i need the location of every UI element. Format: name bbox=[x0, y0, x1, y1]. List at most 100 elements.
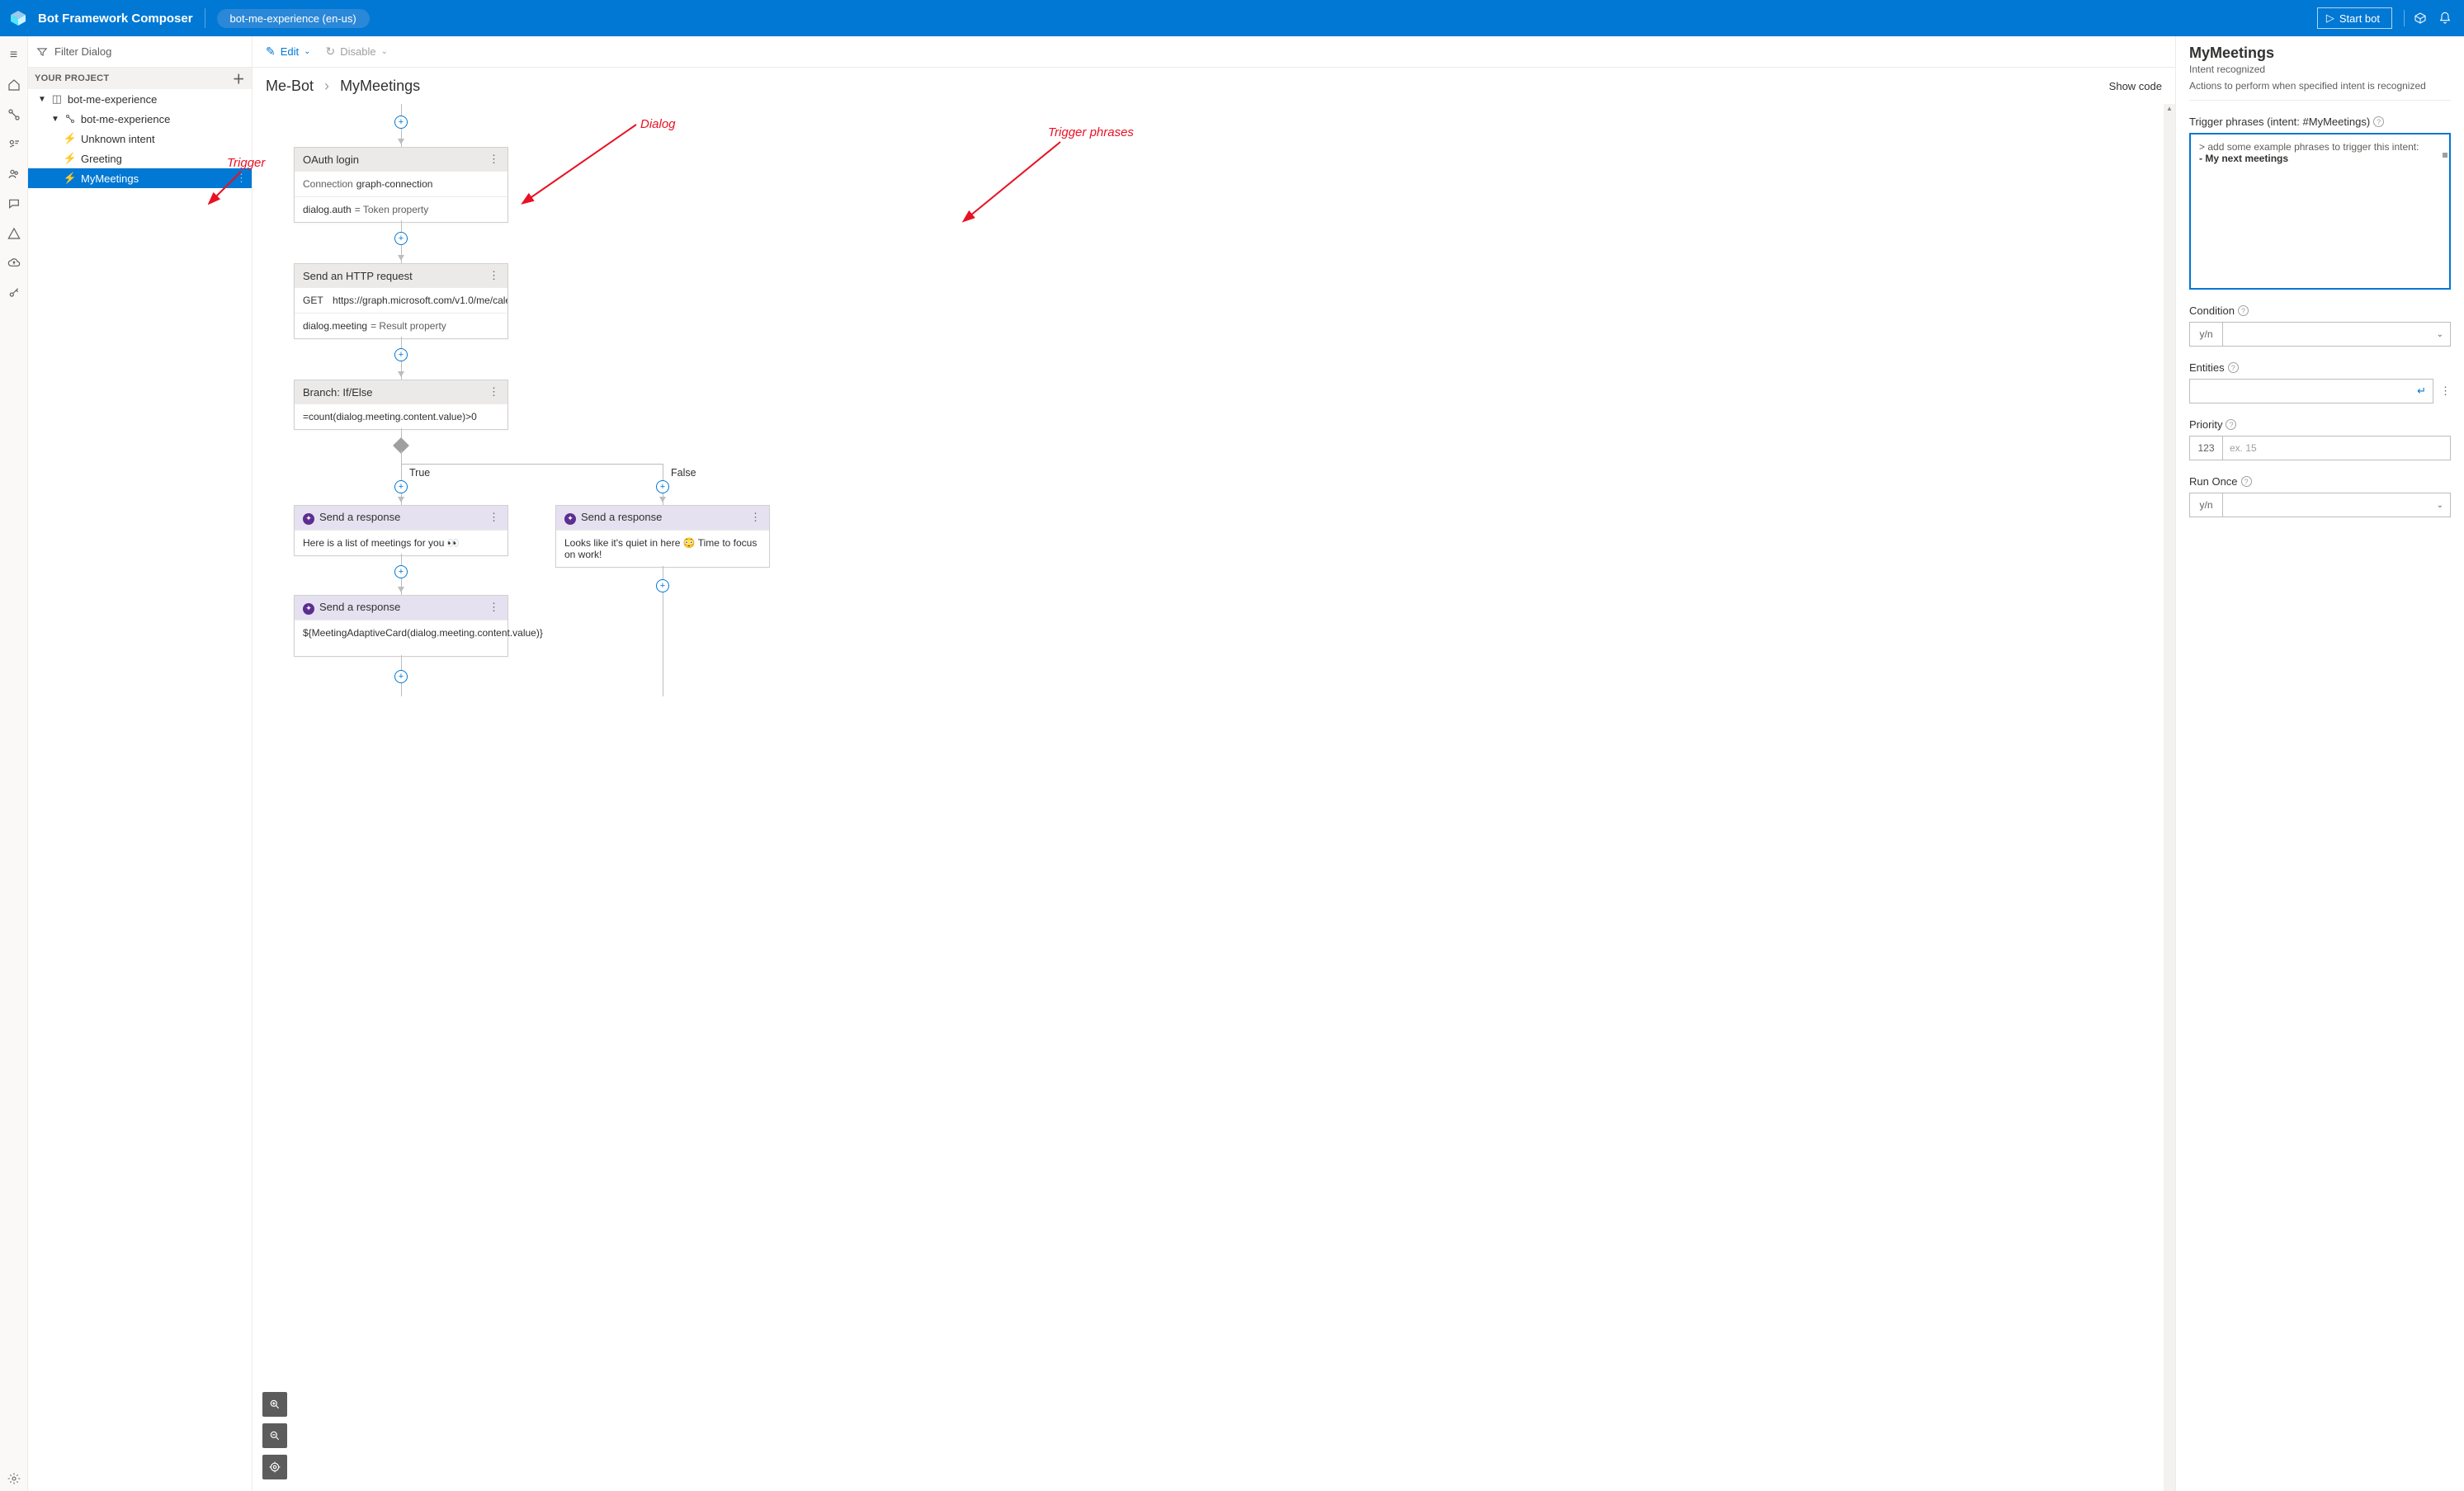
caret-down-icon: ▼ bbox=[51, 115, 59, 124]
enter-icon: ↵ bbox=[2417, 385, 2426, 398]
condition-input[interactable]: ⌄ bbox=[2222, 322, 2451, 347]
home-icon[interactable] bbox=[2, 73, 26, 97]
zoom-out-button[interactable] bbox=[262, 1423, 287, 1448]
canvas-toolbar: ✎ Edit ⌄ ↻ Disable ⌄ bbox=[253, 36, 2175, 68]
filter-dialog[interactable]: Filter Dialog bbox=[28, 36, 252, 68]
trigger-phrases-textarea[interactable]: > add some example phrases to trigger th… bbox=[2189, 133, 2451, 290]
flow-node-response-true[interactable]: ✦Send a response ⋮ Here is a list of mee… bbox=[294, 505, 508, 556]
filter-label: Filter Dialog bbox=[54, 45, 111, 58]
flow-node-response-false[interactable]: ✦Send a response ⋮ Looks like it's quiet… bbox=[555, 505, 770, 568]
settings-nav-icon[interactable] bbox=[2, 281, 26, 305]
add-icon[interactable]: ＋ bbox=[233, 70, 245, 87]
bell-icon[interactable] bbox=[2433, 6, 2457, 31]
field-label: Entities bbox=[2189, 361, 2225, 374]
help-icon[interactable]: ? bbox=[2226, 419, 2236, 430]
field-label: Priority bbox=[2189, 418, 2222, 431]
more-icon[interactable]: ⋮ bbox=[489, 511, 499, 524]
recenter-button[interactable] bbox=[262, 1455, 287, 1479]
package-icon[interactable] bbox=[2408, 6, 2433, 31]
flow-node-response-card[interactable]: ✦Send a response ⋮ ${MeetingAdaptiveCard… bbox=[294, 595, 508, 657]
start-bot-label: Start bot bbox=[2339, 12, 2380, 25]
more-icon[interactable]: ⋮ bbox=[489, 601, 499, 614]
entities-field: Entities ? ↵ ⋮ bbox=[2189, 361, 2451, 403]
flow-node-http[interactable]: Send an HTTP request ⋮ GET https://graph… bbox=[294, 263, 508, 339]
publish-icon[interactable] bbox=[2, 251, 26, 276]
tree-root[interactable]: ▼ ◫ bot-me-experience bbox=[28, 89, 252, 109]
add-action-button[interactable]: + bbox=[394, 565, 408, 578]
input-prefix[interactable]: y/n bbox=[2189, 493, 2222, 517]
scrollbar[interactable]: ▲ bbox=[2164, 104, 2175, 1491]
input-prefix[interactable]: y/n bbox=[2189, 322, 2222, 347]
more-icon[interactable]: ⋮ bbox=[489, 153, 499, 166]
node-body-val: graph-connection bbox=[356, 178, 433, 190]
chevron-right-icon: › bbox=[324, 78, 329, 94]
disable-button[interactable]: ↻ Disable ⌄ bbox=[326, 45, 388, 59]
arrow-icon bbox=[398, 255, 404, 261]
hamburger-icon[interactable]: ≡ bbox=[2, 43, 26, 68]
gear-icon[interactable] bbox=[2, 1466, 26, 1491]
edit-button[interactable]: ✎ Edit ⌄ bbox=[266, 45, 311, 59]
field-label: Condition bbox=[2189, 304, 2235, 317]
add-action-button[interactable]: + bbox=[394, 232, 408, 245]
add-action-button[interactable]: + bbox=[394, 348, 408, 361]
tree-dialog[interactable]: ▼ bot-me-experience bbox=[28, 109, 252, 129]
breadcrumb-item: MyMeetings bbox=[340, 78, 420, 94]
edge bbox=[401, 451, 402, 464]
node-header: ✦Send a response ⋮ bbox=[556, 506, 769, 530]
bot-responses-icon[interactable] bbox=[2, 132, 26, 157]
node-header: OAuth login ⋮ bbox=[295, 148, 507, 171]
tree-root-label: bot-me-experience bbox=[68, 93, 157, 106]
node-body: dialog.auth = Token property bbox=[295, 196, 507, 222]
canvas-inner: + OAuth login ⋮ Connection graph-connect… bbox=[253, 104, 1078, 847]
lightning-icon: ⚡ bbox=[64, 132, 76, 145]
help-icon[interactable]: ? bbox=[2228, 362, 2239, 373]
more-icon[interactable]: ⋮ bbox=[2440, 385, 2451, 398]
breadcrumb-item[interactable]: Me-Bot bbox=[266, 78, 314, 94]
project-pane: Filter Dialog YOUR PROJECT ＋ ▼ ◫ bot-me-… bbox=[28, 36, 253, 1491]
more-icon[interactable]: ⋮ bbox=[750, 511, 761, 524]
add-action-button[interactable]: + bbox=[656, 579, 669, 592]
add-action-button[interactable]: + bbox=[394, 480, 408, 493]
properties-description: Actions to perform when specified intent… bbox=[2189, 80, 2451, 101]
add-action-button[interactable]: + bbox=[656, 480, 669, 493]
priority-field: Priority ? 123 ex. 15 bbox=[2189, 418, 2451, 460]
more-icon[interactable]: ⋮ bbox=[236, 172, 247, 185]
flow-node-oauth[interactable]: OAuth login ⋮ Connection graph-connectio… bbox=[294, 147, 508, 223]
help-icon[interactable]: ? bbox=[2373, 116, 2384, 127]
priority-placeholder: ex. 15 bbox=[2230, 442, 2257, 454]
flow-node-branch[interactable]: Branch: If/Else ⋮ =count(dialog.meeting.… bbox=[294, 380, 508, 430]
node-body: Here is a list of meetings for you 👀 bbox=[295, 530, 507, 555]
input-prefix[interactable]: 123 bbox=[2189, 436, 2222, 460]
qna-icon[interactable] bbox=[2, 191, 26, 216]
tree-trigger-greeting[interactable]: ⚡ Greeting bbox=[28, 149, 252, 168]
canvas-scroll[interactable]: + OAuth login ⋮ Connection graph-connect… bbox=[253, 104, 2175, 1491]
user-input-icon[interactable] bbox=[2, 162, 26, 186]
add-action-button[interactable]: + bbox=[394, 116, 408, 129]
arrow-icon bbox=[398, 371, 404, 377]
tree-trigger-unknown[interactable]: ⚡ Unknown intent bbox=[28, 129, 252, 149]
show-code-toggle[interactable]: Show code bbox=[2109, 80, 2162, 92]
scrollbar[interactable] bbox=[2443, 153, 2447, 158]
start-bot-button[interactable]: ▷ Start bot bbox=[2317, 7, 2392, 29]
help-icon[interactable]: ? bbox=[2241, 476, 2252, 487]
arrow-icon bbox=[398, 497, 404, 503]
tree-trigger-mymeetings[interactable]: ⚡ MyMeetings ⋮ bbox=[28, 168, 252, 188]
more-icon[interactable]: ⋮ bbox=[489, 385, 499, 399]
entities-input[interactable]: ↵ bbox=[2189, 379, 2433, 403]
tree-dialog-label: bot-me-experience bbox=[81, 113, 170, 125]
node-body: ${MeetingAdaptiveCard(dialog.meeting.con… bbox=[295, 620, 507, 656]
runonce-input[interactable]: ⌄ bbox=[2222, 493, 2451, 517]
bot-name-chip[interactable]: bot-me-experience (en-us) bbox=[217, 9, 370, 28]
lightning-icon: ⚡ bbox=[64, 152, 76, 165]
diagnostics-icon[interactable] bbox=[2, 221, 26, 246]
node-header: Branch: If/Else ⋮ bbox=[295, 380, 507, 403]
trigger-placeholder: > add some example phrases to trigger th… bbox=[2199, 141, 2441, 153]
help-icon[interactable]: ? bbox=[2238, 305, 2249, 316]
priority-input[interactable]: ex. 15 bbox=[2222, 436, 2451, 460]
add-action-button[interactable]: + bbox=[394, 670, 408, 683]
zoom-in-button[interactable] bbox=[262, 1392, 287, 1417]
more-icon[interactable]: ⋮ bbox=[489, 269, 499, 282]
play-icon: ▷ bbox=[2326, 12, 2334, 25]
design-icon[interactable] bbox=[2, 102, 26, 127]
node-body-key: dialog.meeting bbox=[303, 320, 367, 332]
